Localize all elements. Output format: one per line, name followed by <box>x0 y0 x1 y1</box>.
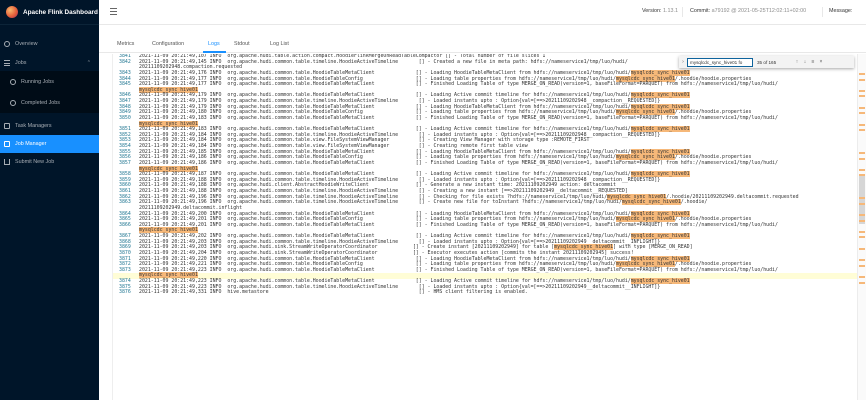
tab-metrics[interactable]: Metrics <box>117 41 134 47</box>
job-manager-icon <box>4 141 10 147</box>
toggle-replace-icon[interactable]: › <box>679 59 687 65</box>
running-icon <box>10 78 16 85</box>
top-header: Version: 1.13.1 Commit: a79192 @ 2021-05… <box>99 0 866 25</box>
log-scrollbar[interactable] <box>857 54 866 400</box>
sidebar-item-overview[interactable]: Overview <box>0 36 99 52</box>
close-icon[interactable]: × <box>817 59 825 65</box>
upload-icon <box>4 159 10 165</box>
tab-bar: Metrics Configuration Logs Stdout Log Li… <box>99 37 866 53</box>
menu-fold-icon[interactable] <box>110 8 117 15</box>
version-label: Version: <box>642 8 662 14</box>
tab-logs[interactable]: Logs <box>208 41 220 47</box>
sidebar-item-task-managers[interactable]: Task Managers <box>0 117 99 135</box>
match-marker <box>859 95 865 98</box>
log-text: 2021-11-09 20:21:49,223 INFO org.apache.… <box>139 266 778 273</box>
match-marker <box>859 247 865 250</box>
match-marker <box>859 168 865 171</box>
flink-logo-icon <box>6 6 18 18</box>
check-circle-icon <box>10 99 16 106</box>
tab-configuration[interactable]: Configuration <box>152 41 184 47</box>
version-value: 1.13.1 <box>662 8 678 14</box>
sidebar-item-running-jobs[interactable]: Running Jobs <box>0 71 99 92</box>
dashboard-icon <box>4 41 10 47</box>
divider <box>822 7 823 17</box>
tab-ink-bar <box>203 51 226 53</box>
divider <box>682 7 683 17</box>
brand[interactable]: Apache Flink Dashboard <box>0 0 99 25</box>
search-match: mysqlcdc_sync_hive01 <box>621 199 681 206</box>
message-label: Message: <box>829 8 853 14</box>
find-in-selection-icon[interactable]: ≡ <box>809 59 817 65</box>
commit-value: a79192 @ 2021-05-25T12:02:11+02:00 <box>711 8 807 14</box>
scroll-thumb[interactable] <box>859 174 865 224</box>
sidebar-item-completed-jobs[interactable]: Completed Jobs <box>0 92 99 113</box>
match-marker <box>859 129 865 132</box>
message-info[interactable]: Message: <box>829 8 852 14</box>
match-marker <box>859 264 865 267</box>
tab-log-list[interactable]: Log List <box>270 41 289 47</box>
match-marker <box>859 72 865 75</box>
log-text: 2021-11-09 20:21:49,331 INFO hive.metast… <box>139 289 528 296</box>
sidebar-item-label: Completed Jobs <box>21 99 60 106</box>
match-marker <box>859 213 865 216</box>
match-marker <box>859 106 865 109</box>
log-line: 3876 2021-11-09 20:21:49,331 INFO hive.me… <box>113 289 857 296</box>
tab-stdout[interactable]: Stdout <box>234 41 250 47</box>
sidebar-nav: Overview Jobs ⌃ Running Jobs Completed J… <box>0 25 99 171</box>
sidebar: Apache Flink Dashboard Overview Jobs ⌃ R… <box>0 0 99 400</box>
commit-info: Commit: a79192 @ 2021-05-25T12:02:11+02:… <box>690 8 806 14</box>
previous-match-icon[interactable]: ↑ <box>793 59 801 65</box>
match-marker <box>859 236 865 239</box>
match-marker <box>859 230 865 233</box>
app-title: Apache Flink Dashboard <box>23 8 98 16</box>
match-marker <box>859 197 865 199</box>
sidebar-item-label: Running Jobs <box>21 78 54 85</box>
sidebar-item-label: Task Managers <box>15 123 52 129</box>
sidebar-item-label: Submit New Job <box>15 159 55 165</box>
log-viewer[interactable]: 3841 2021-11-09 20:21:49,107 INFO org.apa… <box>112 54 857 400</box>
match-marker <box>859 112 865 115</box>
match-marker <box>859 219 865 222</box>
find-input[interactable] <box>687 57 753 67</box>
match-marker <box>859 275 865 278</box>
sidebar-item-submit-new-job[interactable]: Submit New Job <box>0 153 99 171</box>
match-marker <box>859 151 865 154</box>
match-marker <box>859 259 865 262</box>
find-widget: › 35 of 165 ↑ ↓ ≡ × <box>679 56 854 68</box>
line-number: 3876 <box>119 289 131 296</box>
log-text: 2021-11-09 20:21:49,186 INFO org.apache.… <box>139 159 778 166</box>
match-marker <box>859 123 865 126</box>
sidebar-item-label: Jobs <box>15 60 27 66</box>
chevron-up-icon: ⌃ <box>86 60 91 66</box>
sidebar-item-job-manager[interactable]: Job Manager <box>0 135 99 153</box>
match-marker <box>859 89 865 92</box>
commit-label: Commit: <box>690 8 711 14</box>
task-manager-icon <box>4 123 10 129</box>
version-info: Version: 1.13.1 <box>642 8 678 14</box>
match-marker <box>859 174 865 177</box>
log-text: 2021-11-09 20:21:49,183 INFO org.apache.… <box>139 114 778 121</box>
match-marker <box>859 202 865 205</box>
next-match-icon[interactable]: ↓ <box>801 59 809 65</box>
sidebar-item-label: Overview <box>15 41 38 47</box>
match-marker <box>859 281 865 284</box>
sidebar-item-jobs[interactable]: Jobs ⌃ <box>0 55 99 71</box>
jobs-icon <box>4 60 10 66</box>
log-text: 2021-11-09 20:21:49,201 INFO org.apache.… <box>139 221 778 228</box>
log-text: 2021-11-09 20:21:49,177 INFO org.apache.… <box>139 81 778 88</box>
match-marker <box>859 78 865 81</box>
match-marker <box>859 157 865 160</box>
sidebar-item-label: Job Manager <box>15 141 47 147</box>
match-count: 35 of 165 <box>757 59 777 65</box>
